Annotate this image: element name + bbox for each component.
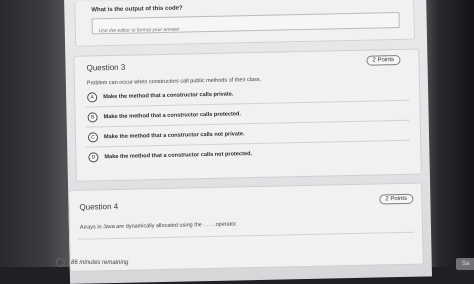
question-4-points-badge: 2 Points bbox=[379, 193, 414, 205]
option-a[interactable]: A Make the method that a constructor cal… bbox=[87, 89, 234, 103]
option-d[interactable]: D Make the method that a constructor cal… bbox=[88, 149, 253, 163]
time-remaining-text: 86 minutes remaining bbox=[71, 259, 129, 266]
option-c[interactable]: C Make the method that a constructor cal… bbox=[87, 129, 245, 143]
option-b-label: Make the method that a constructor calls… bbox=[103, 111, 242, 121]
previous-question-prompt: What is the output of this code? bbox=[91, 5, 183, 14]
form-page: What is the output of this code? Questio… bbox=[64, 0, 432, 284]
option-a-radio[interactable]: A bbox=[87, 92, 98, 103]
timer: 86 minutes remaining bbox=[56, 258, 128, 267]
previous-question-card: What is the output of this code? bbox=[74, 0, 416, 47]
option-b[interactable]: B Make the method that a constructor cal… bbox=[87, 109, 242, 123]
option-b-radio[interactable]: B bbox=[87, 112, 98, 123]
question-3-card: Question 3 2 Points Problem can occur wh… bbox=[73, 48, 422, 182]
option-c-label: Make the method that a constructor calls… bbox=[103, 131, 245, 141]
save-button[interactable]: Sa bbox=[456, 258, 474, 270]
clock-icon bbox=[56, 258, 65, 267]
question-3-title: Question 3 bbox=[86, 62, 126, 73]
option-d-label: Make the method that a constructor calls… bbox=[104, 151, 253, 161]
option-d-radio[interactable]: D bbox=[88, 152, 99, 163]
question-3-points-badge: 2 Points bbox=[366, 54, 401, 66]
option-c-radio[interactable]: C bbox=[87, 132, 99, 143]
answer-input[interactable] bbox=[98, 22, 389, 35]
answer-editor[interactable] bbox=[91, 11, 400, 35]
answer-line bbox=[78, 231, 415, 240]
question-4-text: Arrays in Java are dynamically allocated… bbox=[79, 221, 238, 231]
question-3-text: Problem can occur when constructors call… bbox=[86, 76, 262, 87]
left-background bbox=[0, 0, 72, 267]
question-4-title: Question 4 bbox=[79, 201, 119, 212]
option-a-label: Make the method that a constructor calls… bbox=[103, 91, 234, 101]
